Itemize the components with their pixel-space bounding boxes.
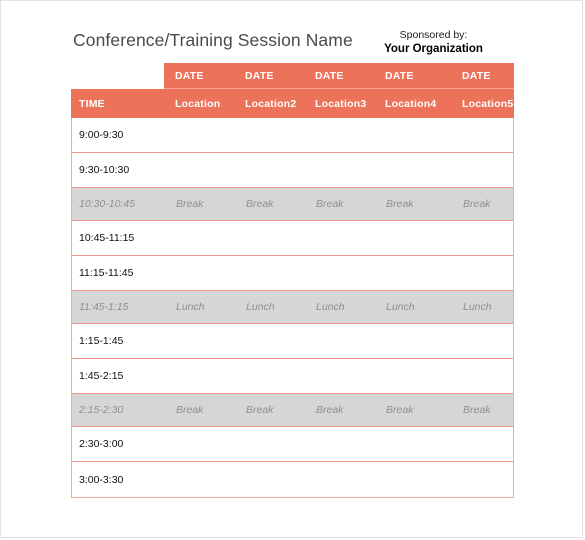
session-cell[interactable]	[305, 221, 375, 255]
session-cell[interactable]	[445, 427, 515, 461]
table-date-header-row: DATE DATE DATE DATE DATE	[164, 63, 514, 89]
session-cell[interactable]	[375, 256, 445, 290]
session-cell[interactable]	[445, 221, 515, 255]
session-cell[interactable]	[445, 324, 515, 358]
session-cell[interactable]	[305, 462, 375, 497]
sponsored-by-label: Sponsored by:	[399, 29, 468, 41]
session-cell[interactable]	[375, 359, 445, 393]
session-cell[interactable]	[375, 221, 445, 255]
session-cell[interactable]	[165, 221, 235, 255]
session-cell[interactable]	[305, 359, 375, 393]
time-slot-cell[interactable]: 9:30-10:30	[72, 153, 165, 187]
date-header-cell-5: DATE	[462, 69, 491, 82]
session-cell[interactable]: Break	[445, 394, 515, 426]
time-column-header: TIME	[79, 97, 105, 110]
session-cell[interactable]: Lunch	[375, 291, 445, 323]
session-cell[interactable]: Lunch	[305, 291, 375, 323]
session-cell[interactable]: Break	[235, 188, 305, 220]
session-cell[interactable]: Break	[305, 188, 375, 220]
time-slot-cell[interactable]: 10:30-10:45	[72, 188, 165, 220]
table-row: 1:45-2:15	[72, 359, 513, 394]
session-cell[interactable]	[235, 221, 305, 255]
session-cell[interactable]	[165, 256, 235, 290]
session-cell[interactable]	[165, 462, 235, 497]
table-row: 1:15-1:45	[72, 324, 513, 359]
session-cell[interactable]	[305, 427, 375, 461]
session-cell[interactable]: Break	[305, 394, 375, 426]
time-slot-cell[interactable]: 1:45-2:15	[72, 359, 165, 393]
location-header-cell-3: Location3	[315, 97, 367, 110]
session-cell[interactable]: Break	[375, 394, 445, 426]
session-cell[interactable]	[235, 118, 305, 152]
session-cell[interactable]	[165, 324, 235, 358]
table-row: 2:30-3:00	[72, 427, 513, 462]
location-header-cell-1: Location	[175, 97, 221, 110]
time-slot-cell[interactable]: 9:00-9:30	[72, 118, 165, 152]
table-row: 9:30-10:30	[72, 153, 513, 188]
session-cell[interactable]	[165, 427, 235, 461]
time-slot-cell[interactable]: 11:45-1:15	[72, 291, 165, 323]
session-cell[interactable]	[305, 118, 375, 152]
session-cell[interactable]	[305, 256, 375, 290]
table-row: 9:00-9:30	[72, 118, 513, 153]
session-cell[interactable]	[375, 427, 445, 461]
session-cell[interactable]	[445, 153, 515, 187]
time-slot-cell[interactable]: 10:45-11:15	[72, 221, 165, 255]
session-cell[interactable]: Break	[445, 188, 515, 220]
date-header-cell-4: DATE	[385, 69, 414, 82]
document-header: Conference/Training Session Name Sponsor…	[1, 1, 584, 63]
session-cell[interactable]: Break	[165, 394, 235, 426]
session-cell[interactable]	[375, 118, 445, 152]
table-row: 3:00-3:30	[72, 462, 513, 497]
session-cell[interactable]	[235, 462, 305, 497]
session-cell[interactable]	[375, 324, 445, 358]
sponsor-organization-name: Your Organization	[384, 43, 483, 55]
time-slot-cell[interactable]: 2:15-2:30	[72, 394, 165, 426]
date-header-cell-2: DATE	[245, 69, 274, 82]
session-cell[interactable]	[445, 256, 515, 290]
session-cell[interactable]	[165, 153, 235, 187]
location-header-cell-5: Location5	[462, 97, 514, 110]
table-location-header-row: TIME Location Location2 Location3 Location4 L…	[71, 89, 514, 118]
table-row: 10:45-11:15	[72, 221, 513, 256]
session-cell[interactable]	[445, 462, 515, 497]
session-cell[interactable]: Break	[375, 188, 445, 220]
session-cell[interactable]: Lunch	[165, 291, 235, 323]
sponsor-block: Sponsored by: Your Organization	[351, 29, 516, 57]
location-header-cell-2: Location2	[245, 97, 297, 110]
time-slot-cell[interactable]: 2:30-3:00	[72, 427, 165, 461]
table-row: 11:45-1:15 Lunch Lunch Lunch Lunch Lunch	[72, 291, 513, 324]
session-cell[interactable]	[165, 359, 235, 393]
session-cell[interactable]: Lunch	[445, 291, 515, 323]
session-cell[interactable]	[305, 153, 375, 187]
session-cell[interactable]	[235, 153, 305, 187]
session-cell[interactable]: Lunch	[235, 291, 305, 323]
time-slot-cell[interactable]: 11:15-11:45	[72, 256, 165, 290]
table-row: 11:15-11:45	[72, 256, 513, 291]
time-slot-cell[interactable]: 3:00-3:30	[72, 462, 165, 497]
page-title: Conference/Training Session Name	[73, 30, 353, 50]
session-cell[interactable]: Break	[235, 394, 305, 426]
schedule-document-page: Conference/Training Session Name Sponsor…	[0, 0, 583, 538]
session-cell[interactable]	[445, 359, 515, 393]
session-cell[interactable]	[235, 324, 305, 358]
session-cell[interactable]	[235, 427, 305, 461]
session-cell[interactable]: Break	[165, 188, 235, 220]
session-cell[interactable]	[375, 462, 445, 497]
table-row: 10:30-10:45 Break Break Break Break Break	[72, 188, 513, 221]
date-header-cell-1: DATE	[175, 69, 204, 82]
date-header-cell-3: DATE	[315, 69, 344, 82]
schedule-table-body: 9:00-9:30 9:30-10:30 10:30-10:45 Break Break…	[71, 118, 514, 498]
session-cell[interactable]	[165, 118, 235, 152]
session-cell[interactable]	[445, 118, 515, 152]
session-cell[interactable]	[235, 256, 305, 290]
session-cell[interactable]	[305, 324, 375, 358]
time-slot-cell[interactable]: 1:15-1:45	[72, 324, 165, 358]
location-header-cell-4: Location4	[385, 97, 437, 110]
table-row: 2:15-2:30 Break Break Break Break Break	[72, 394, 513, 427]
session-cell[interactable]	[235, 359, 305, 393]
session-cell[interactable]	[375, 153, 445, 187]
